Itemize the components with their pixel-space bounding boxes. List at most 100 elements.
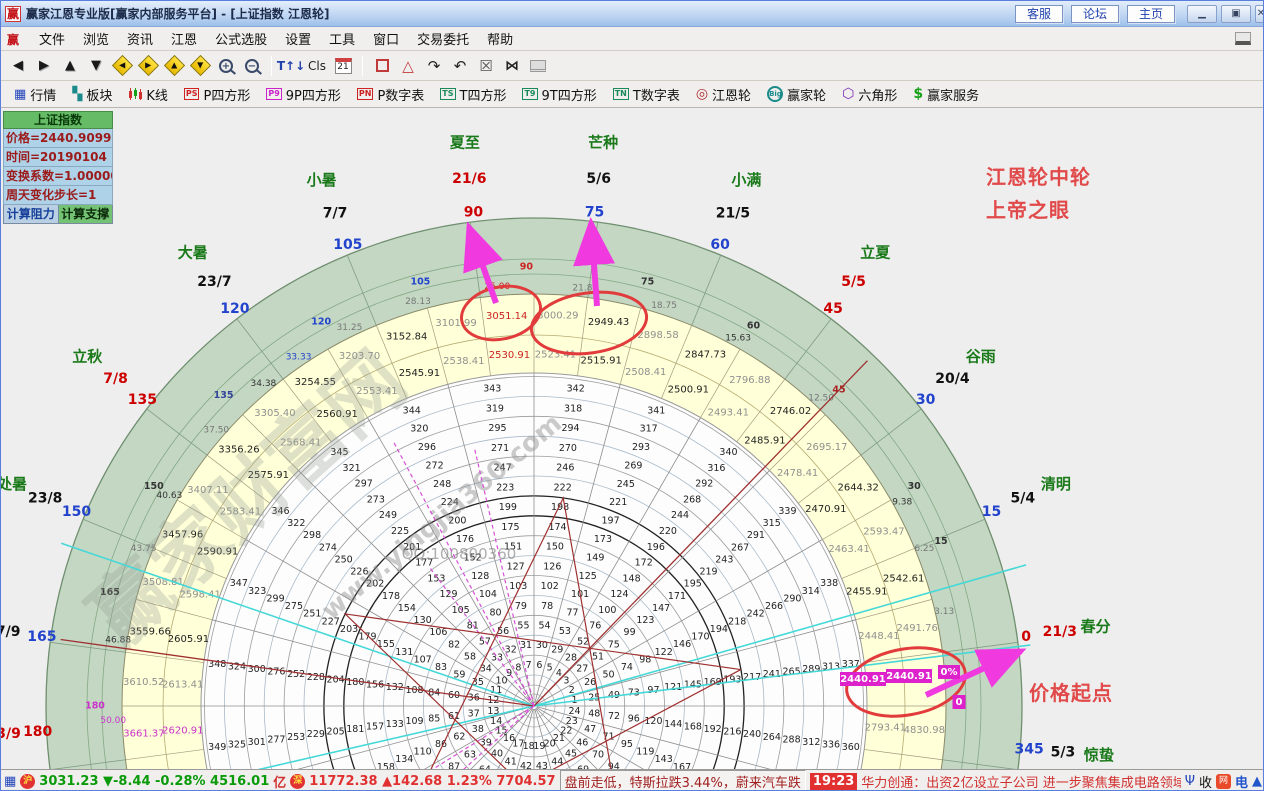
view-gann-wheel-button[interactable]: ◎江恩轮 — [689, 83, 758, 106]
svg-text:75: 75 — [608, 639, 620, 650]
svg-text:3101.99: 3101.99 — [435, 318, 476, 329]
svg-text:20/4: 20/4 — [935, 371, 970, 387]
svg-text:297: 297 — [355, 479, 373, 490]
svg-text:2485.91: 2485.91 — [744, 435, 785, 446]
svg-text:135: 135 — [214, 390, 234, 401]
shenzhen-index-quote: 11772.38 ▲142.68 1.23% 7704.57 — [309, 774, 555, 789]
svg-text:2530.91: 2530.91 — [489, 350, 530, 361]
window-title: 赢家江恩专业版[赢家内部服务平台] - [上证指数 江恩轮] — [26, 5, 329, 22]
svg-text:199: 199 — [499, 502, 517, 513]
svg-text:229: 229 — [307, 729, 325, 740]
menu-file[interactable]: 文件 — [30, 27, 74, 50]
view-hexagon-button[interactable]: ⬡六角形 — [835, 83, 904, 106]
menu-help[interactable]: 帮助 — [478, 27, 522, 50]
svg-text:196: 196 — [647, 542, 665, 553]
svg-text:124: 124 — [610, 589, 628, 600]
cls-button[interactable]: Cls — [306, 55, 328, 77]
svg-text:150: 150 — [62, 504, 91, 520]
close-button[interactable]: ✕ — [1255, 5, 1264, 23]
menu-formula-stock-pick[interactable]: 公式选股 — [206, 27, 276, 50]
tray-app-icon[interactable]: 网 — [1216, 774, 1231, 789]
homepage-button[interactable]: 主页 — [1127, 5, 1175, 23]
zoom-out-icon[interactable]: − — [241, 55, 263, 77]
quote-grid-icon[interactable]: ▦ — [4, 774, 16, 789]
menu-browse[interactable]: 浏览 — [74, 27, 118, 50]
delete-box-icon[interactable]: ☒ — [475, 55, 497, 77]
t-updown-icon[interactable]: T↑↓ — [280, 55, 302, 77]
svg-text:72: 72 — [608, 711, 620, 722]
view-winner-service-button[interactable]: $赢家服务 — [906, 83, 986, 106]
svg-text:296: 296 — [418, 442, 436, 453]
svg-text:2463.41: 2463.41 — [828, 544, 869, 555]
menu-settings[interactable]: 设置 — [276, 27, 320, 50]
page-up-icon[interactable]: ▲ — [59, 55, 81, 77]
menu-news[interactable]: 资讯 — [118, 27, 162, 50]
zoom-in-icon[interactable]: + — [215, 55, 237, 77]
svg-text:41: 41 — [505, 757, 517, 768]
rotate-cw-icon[interactable]: ↷ — [423, 55, 445, 77]
triangle-tool-icon[interactable]: △ — [397, 55, 419, 77]
svg-text:146: 146 — [673, 639, 691, 650]
svg-text:96: 96 — [628, 714, 640, 725]
presentation-icon[interactable] — [527, 55, 549, 77]
svg-text:2898.58: 2898.58 — [637, 330, 678, 341]
calc-resistance-button[interactable]: 计算阻力 — [3, 205, 59, 224]
customer-service-button[interactable]: 客服 — [1015, 5, 1063, 23]
svg-text:33.33: 33.33 — [286, 352, 312, 362]
diamond-up-icon[interactable]: ▲ — [163, 55, 185, 77]
svg-text:120: 120 — [644, 716, 662, 727]
svg-text:342: 342 — [567, 384, 585, 395]
news-ticker-1[interactable]: 盘前走低，特斯拉跌3.44%，蔚来汽车跌 — [560, 770, 806, 791]
svg-text:323: 323 — [248, 586, 266, 597]
svg-text:95: 95 — [621, 739, 633, 750]
square-tool-icon[interactable] — [371, 55, 393, 77]
view-t-square-button[interactable]: TST四方形 — [433, 83, 513, 106]
view-9p-square-button[interactable]: P99P四方形 — [259, 83, 348, 106]
forward-icon[interactable]: ▶ — [33, 55, 55, 77]
menu-trade-entrust[interactable]: 交易委托 — [408, 27, 478, 50]
diamond-left-icon[interactable]: ◀ — [111, 55, 133, 77]
calendar-icon[interactable]: 21 — [332, 55, 354, 77]
diamond-down-icon[interactable]: ▼ — [189, 55, 211, 77]
calc-support-button[interactable]: 计算支撑 — [59, 205, 114, 224]
collapse-label[interactable]: 收 — [1199, 772, 1212, 791]
view-kline-button[interactable]: K线 — [121, 83, 175, 106]
svg-text:248: 248 — [433, 479, 451, 490]
svg-text:180: 180 — [85, 701, 105, 712]
view-sectors-button[interactable]: ▚板块 — [65, 83, 119, 106]
svg-text:4830.98: 4830.98 — [904, 725, 945, 736]
back-icon[interactable]: ◀ — [7, 55, 29, 77]
svg-text:197: 197 — [602, 516, 620, 527]
app-logo-icon: 赢 — [5, 6, 21, 22]
menu-gann[interactable]: 江恩 — [162, 27, 206, 50]
svg-text:春分: 春分 — [1080, 618, 1110, 636]
diamond-right-icon[interactable]: ▶ — [137, 55, 159, 77]
svg-text:120: 120 — [220, 301, 249, 317]
view-winner-wheel-button[interactable]: Big赢家轮 — [760, 83, 833, 106]
minimize-button[interactable]: ▁ — [1187, 5, 1217, 23]
svg-text:0%: 0% — [941, 667, 958, 678]
svg-text:341: 341 — [647, 405, 665, 416]
view-quotes-button[interactable]: ▦行情 — [7, 83, 63, 106]
news-ticker-2[interactable]: 华力创通：出资2亿设立子公司 进一步聚焦集成电路领域 — [861, 772, 1180, 791]
crosshair-icon[interactable]: ⋈ — [501, 55, 523, 77]
svg-text:105: 105 — [333, 237, 362, 253]
svg-text:143: 143 — [655, 754, 673, 765]
view-t-table-button[interactable]: TNT数字表 — [606, 83, 687, 106]
menu-tools[interactable]: 工具 — [320, 27, 364, 50]
menu-window[interactable]: 窗口 — [364, 27, 408, 50]
maximize-button[interactable]: ▣ — [1221, 5, 1251, 23]
svg-text:171: 171 — [668, 591, 686, 602]
view-p-square-button[interactable]: PSP四方形 — [177, 83, 257, 106]
mdi-child-window-icon[interactable] — [1235, 32, 1251, 45]
view-p-table-button[interactable]: PNP数字表 — [350, 83, 431, 106]
page-down-icon[interactable]: ▼ — [85, 55, 107, 77]
svg-text:347: 347 — [230, 578, 248, 589]
svg-text:123: 123 — [636, 615, 654, 626]
wheel-annotation-title: 江恩轮中轮 上帝之眼 — [986, 161, 1091, 227]
svg-text:34.38: 34.38 — [251, 379, 277, 389]
rotate-ccw-icon[interactable]: ↶ — [449, 55, 471, 77]
view-9t-square-button[interactable]: T99T四方形 — [515, 83, 603, 106]
forum-button[interactable]: 论坛 — [1071, 5, 1119, 23]
svg-text:119: 119 — [636, 747, 654, 758]
